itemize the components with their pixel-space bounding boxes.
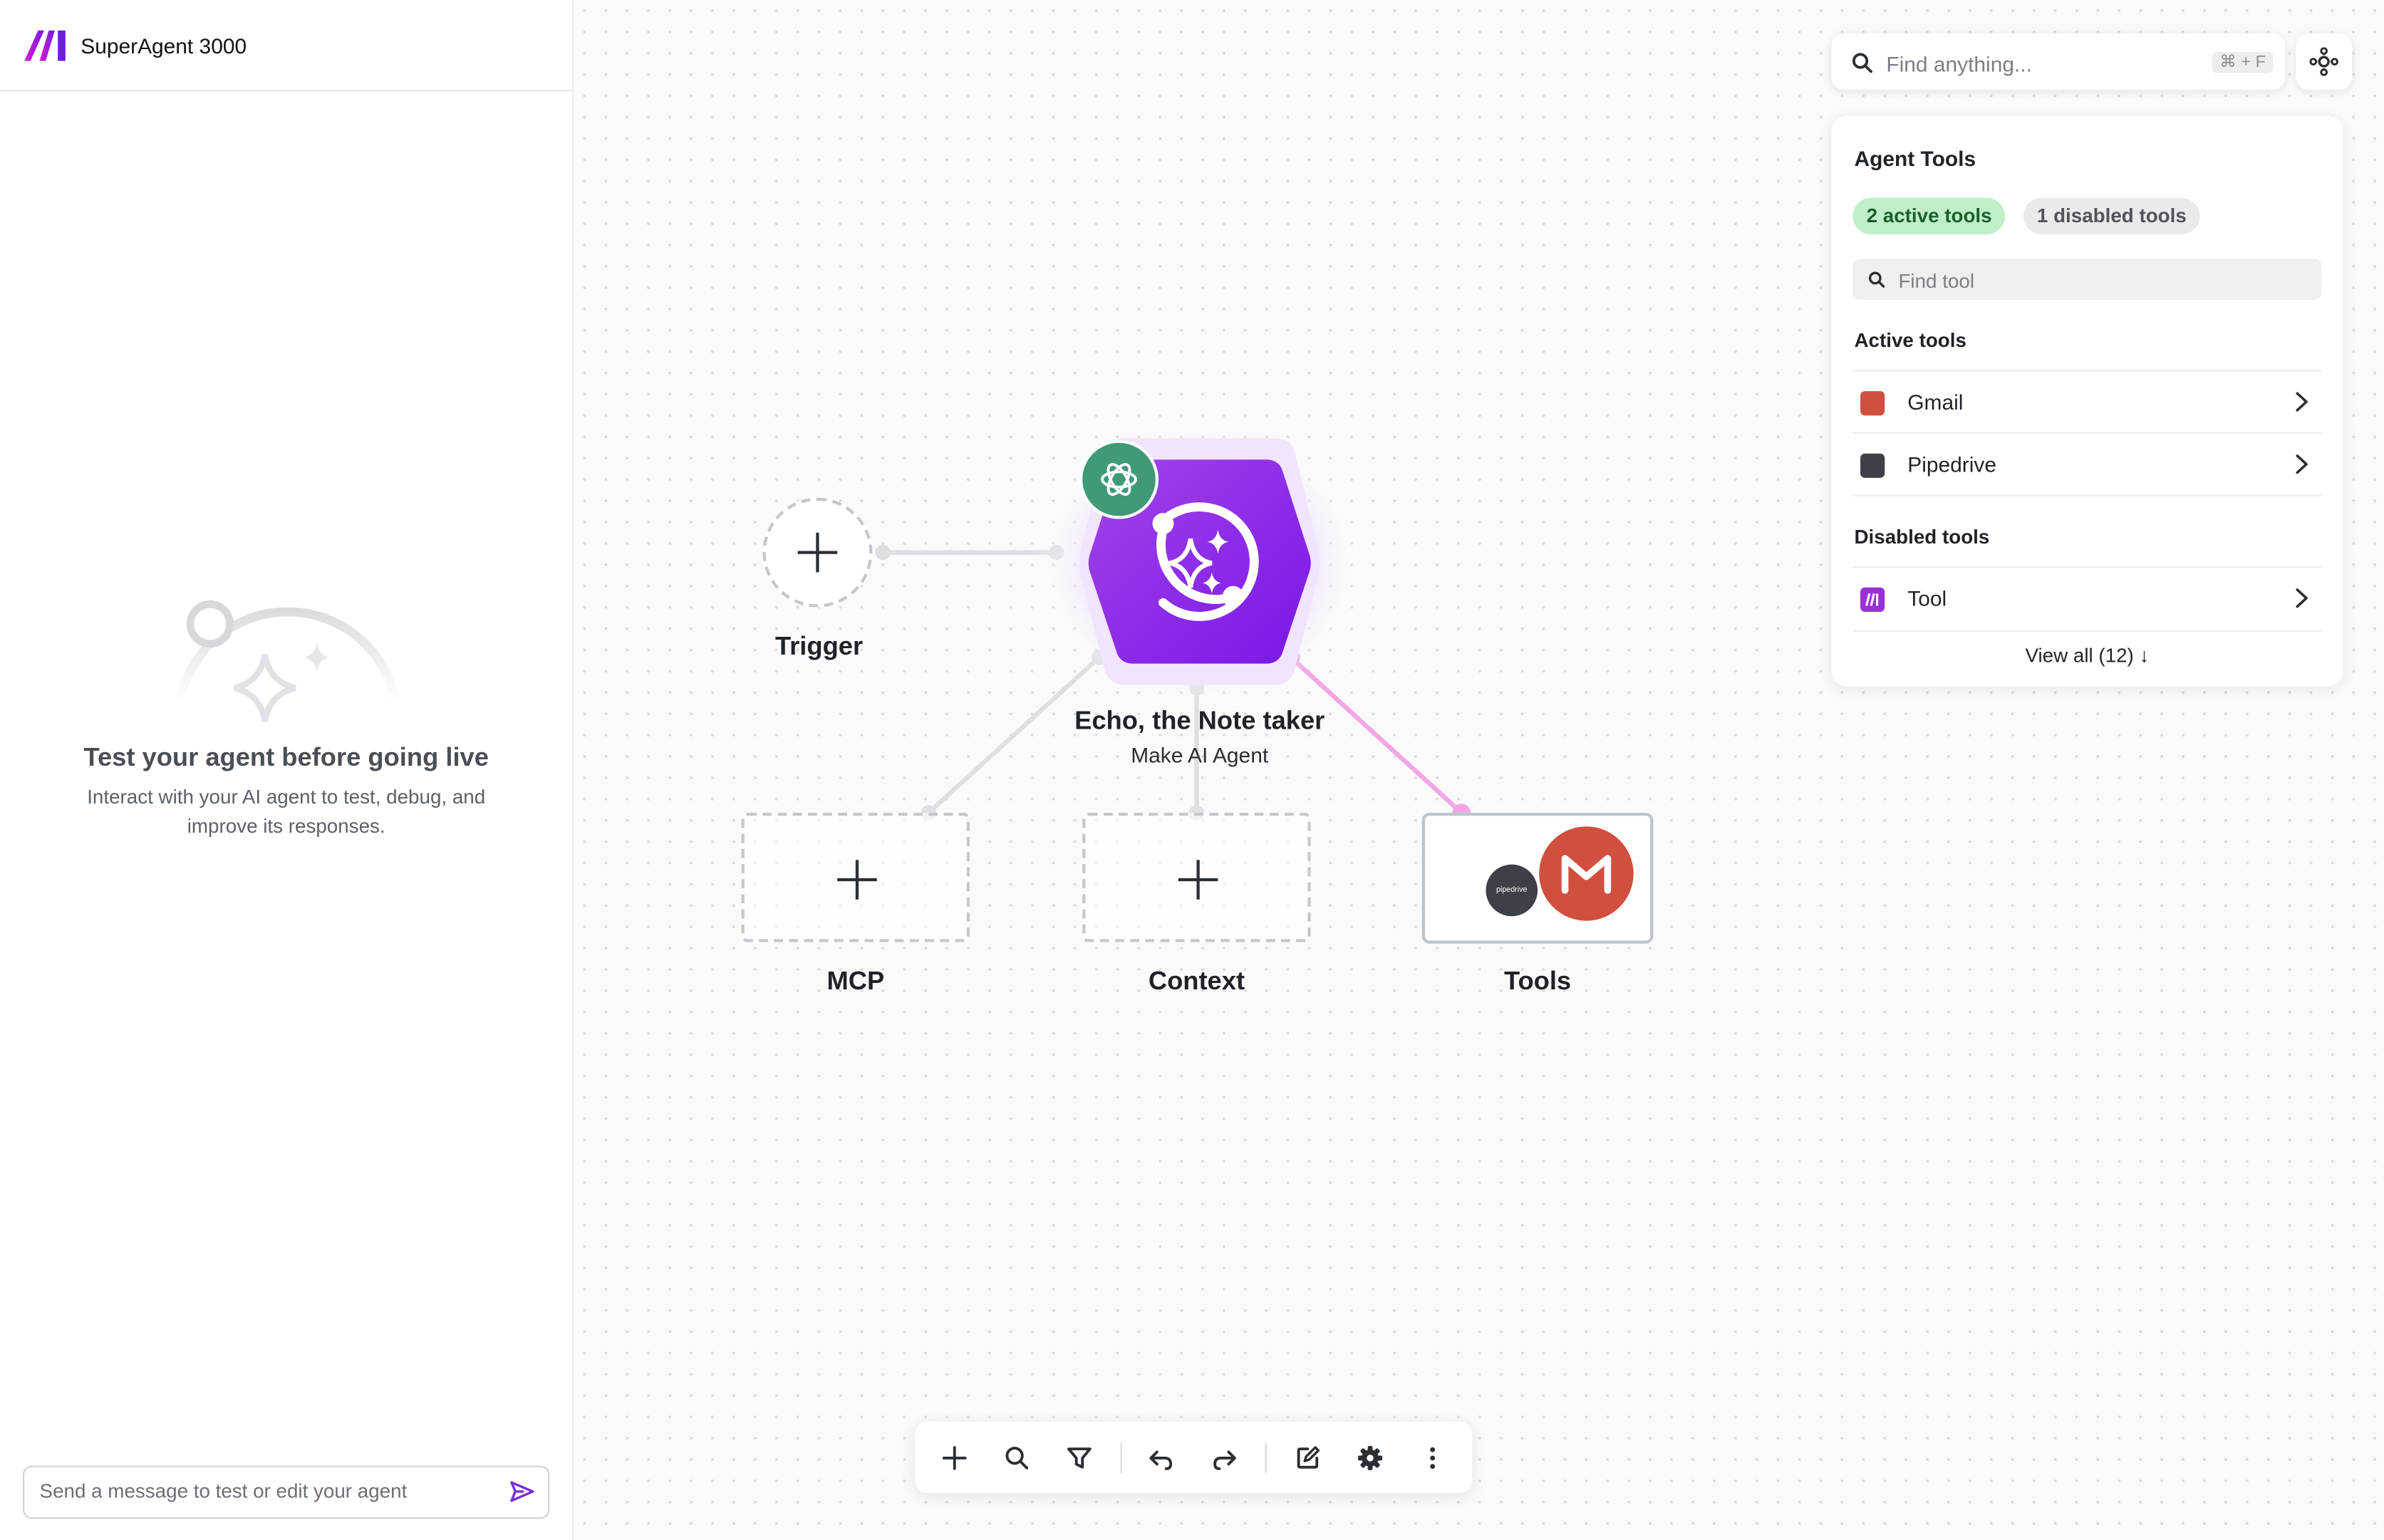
agent-node-subtitle: Make AI Agent	[1131, 742, 1269, 767]
agent-node-title: Echo, the Note taker	[1074, 706, 1325, 736]
divider	[1852, 494, 2322, 496]
chat-panel: SuperAgent 3000 Test your agent before g…	[0, 0, 574, 1540]
pipedrive-swatch-icon	[1860, 453, 1885, 478]
active-tools-chip[interactable]: 2 active tools	[1852, 197, 2006, 235]
message-composer	[23, 1465, 550, 1519]
gmail-swatch-icon	[1860, 391, 1885, 416]
global-search-input[interactable]	[1883, 33, 2194, 93]
search-icon[interactable]	[999, 1440, 1035, 1476]
plus-icon	[837, 860, 877, 900]
empty-state-subtitle: Interact with your AI agent to test, deb…	[87, 785, 486, 838]
mcp-node[interactable]	[741, 812, 970, 942]
pipedrive-logo-icon: pipedrive	[1486, 864, 1538, 917]
redo-icon[interactable]	[1206, 1440, 1242, 1476]
send-icon[interactable]	[509, 1478, 536, 1505]
disabled-tools-heading: Disabled tools	[1854, 525, 1990, 548]
find-tool-field	[1852, 259, 2322, 303]
canvas-settings-button[interactable]	[2296, 33, 2353, 90]
tools-node[interactable]: pipedrive	[1421, 812, 1654, 944]
search-icon	[1868, 271, 1885, 288]
plus-icon[interactable]	[936, 1440, 973, 1476]
view-all-link[interactable]: View all (12) ↓	[1852, 630, 2322, 677]
gear-icon	[2309, 47, 2338, 76]
chevron-right-icon	[2296, 454, 2308, 474]
trigger-label: Trigger	[774, 631, 864, 661]
context-label: Context	[1148, 966, 1245, 996]
message-input[interactable]	[24, 1467, 497, 1515]
tools-label: Tools	[1503, 966, 1572, 996]
agent-illustration-icon	[175, 600, 400, 722]
agent-tools-panel: Agent Tools 2 active tools 1 disabled to…	[1831, 115, 2343, 687]
tool-row-gmail[interactable]: Gmail	[1852, 370, 2322, 434]
undo-icon[interactable]	[1144, 1440, 1180, 1476]
global-search: ⌘ + F	[1831, 33, 2286, 93]
tool-row-pipedrive[interactable]: Pipedrive	[1852, 432, 2322, 496]
gear-icon[interactable]	[1352, 1440, 1388, 1476]
plus-icon	[797, 532, 838, 573]
active-tools-heading: Active tools	[1854, 328, 1966, 352]
app-title: SuperAgent 3000	[81, 32, 247, 58]
filter-icon[interactable]	[1061, 1440, 1097, 1476]
canvas-toolbar	[915, 1421, 1473, 1494]
disabled-tools-chip[interactable]: 1 disabled tools	[2023, 197, 2201, 235]
make-tool-swatch-icon	[1860, 587, 1885, 612]
tool-name: Tool	[1907, 586, 1947, 610]
empty-state-title: Test your agent before going live	[83, 742, 489, 772]
context-node[interactable]	[1082, 812, 1311, 942]
panel-title: Agent Tools	[1854, 146, 1976, 171]
pipedrive-logo-text: pipedrive	[1496, 885, 1528, 895]
app-header: SuperAgent 3000	[0, 0, 573, 92]
toolbar-divider	[1265, 1442, 1267, 1474]
edit-icon[interactable]	[1290, 1440, 1326, 1476]
tool-name: Pipedrive	[1907, 452, 1997, 477]
more-vertical-icon[interactable]	[1414, 1440, 1451, 1476]
shortcut-hint: ⌘ + F	[2212, 51, 2274, 73]
find-tool-input[interactable]	[1895, 259, 2298, 303]
chevron-right-icon	[2296, 392, 2308, 412]
plus-icon	[1178, 860, 1218, 900]
toolbar-divider	[1120, 1442, 1122, 1474]
trigger-node[interactable]	[762, 497, 873, 608]
gmail-logo-icon	[1539, 826, 1634, 921]
chevron-right-icon	[2296, 588, 2308, 608]
tool-name: Gmail	[1907, 389, 1964, 415]
openai-badge-icon	[1079, 439, 1159, 519]
mcp-label: MCP	[826, 966, 885, 996]
tool-row-tool[interactable]: Tool	[1852, 566, 2322, 630]
make-logo-icon[interactable]	[24, 28, 70, 62]
search-icon	[1852, 53, 1872, 73]
